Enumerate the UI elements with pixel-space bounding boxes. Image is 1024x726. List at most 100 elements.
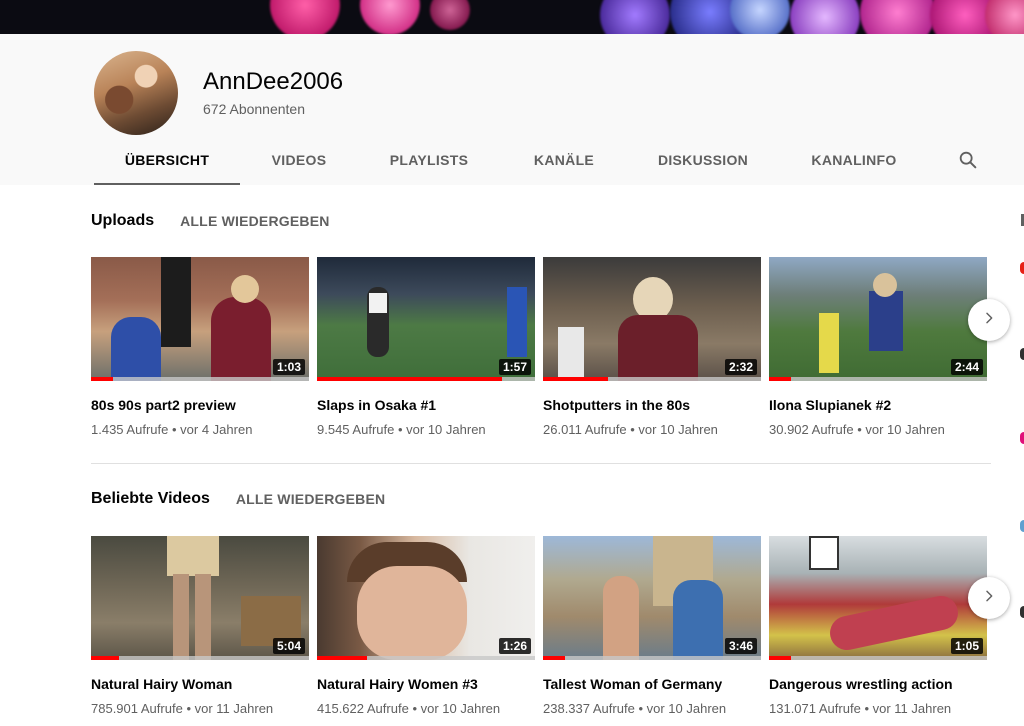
sidebar-fragment — [1020, 432, 1024, 444]
video-age: vor 10 Jahren — [406, 422, 486, 437]
meta-separator: • — [857, 422, 862, 437]
search-icon[interactable] — [957, 149, 979, 171]
video-thumbnail[interactable]: 3:46 — [543, 536, 761, 660]
video-meta: 131.071 Aufrufe • vor 11 Jahren — [769, 701, 987, 716]
section-title-popular[interactable]: Beliebte Videos — [91, 490, 210, 508]
video-duration: 5:04 — [272, 638, 305, 654]
tab-videos[interactable]: VIDEOS — [240, 141, 358, 185]
video-title[interactable]: Natural Hairy Women #3 — [317, 676, 535, 692]
video-card[interactable]: 2:44 Ilona Slupianek #2 30.902 Aufrufe •… — [769, 257, 987, 437]
watch-progress — [769, 656, 987, 660]
video-meta: 238.337 Aufrufe • vor 10 Jahren — [543, 701, 761, 716]
video-meta: 26.011 Aufrufe • vor 10 Jahren — [543, 422, 761, 437]
meta-separator: • — [864, 701, 869, 716]
video-meta: 415.622 Aufrufe • vor 10 Jahren — [317, 701, 535, 716]
sidebar-fragment — [1020, 606, 1024, 618]
sidebar-fragment — [1020, 348, 1024, 360]
video-age: vor 10 Jahren — [638, 422, 718, 437]
tab-playlists[interactable]: PLAYLISTS — [358, 141, 500, 185]
video-age: vor 11 Jahren — [194, 701, 274, 716]
video-views: 26.011 Aufrufe — [543, 422, 627, 437]
video-meta: 1.435 Aufrufe • vor 4 Jahren — [91, 422, 309, 437]
video-title[interactable]: Dangerous wrestling action — [769, 676, 987, 692]
section-divider — [91, 463, 991, 464]
video-thumbnail[interactable]: 1:03 — [91, 257, 309, 381]
video-card[interactable]: 1:05 Dangerous wrestling action 131.071 … — [769, 536, 987, 716]
sidebar-fragment — [1020, 520, 1024, 532]
video-thumbnail[interactable]: 1:26 — [317, 536, 535, 660]
play-all-uploads-button[interactable]: ALLE WIEDERGEBEN — [180, 213, 329, 229]
tab-kanalinfo[interactable]: KANALINFO — [778, 141, 930, 185]
sidebar-fragment — [1020, 262, 1024, 274]
tab-diskussion[interactable]: DISKUSSION — [628, 141, 778, 185]
watch-progress — [317, 656, 535, 660]
video-views: 30.902 Aufrufe — [769, 422, 854, 437]
shelf-next-button[interactable] — [968, 299, 1010, 341]
watch-progress — [91, 377, 309, 381]
video-duration: 3:46 — [724, 638, 757, 654]
video-views: 785.901 Aufrufe — [91, 701, 183, 716]
uploads-shelf: 1:03 80s 90s part2 preview 1.435 Aufrufe… — [91, 257, 991, 447]
video-title[interactable]: Tallest Woman of Germany — [543, 676, 761, 692]
video-title[interactable]: Natural Hairy Woman — [91, 676, 309, 692]
video-thumbnail[interactable]: 1:57 — [317, 257, 535, 381]
video-thumbnail[interactable]: 5:04 — [91, 536, 309, 660]
watch-progress — [543, 377, 761, 381]
video-views: 9.545 Aufrufe — [317, 422, 395, 437]
chevron-right-icon — [981, 310, 997, 331]
video-thumbnail[interactable]: 2:32 — [543, 257, 761, 381]
video-duration: 1:03 — [272, 359, 305, 375]
tab-kanaele[interactable]: KANÄLE — [502, 141, 626, 185]
video-duration: 1:26 — [498, 638, 531, 654]
channel-avatar[interactable] — [94, 51, 178, 135]
video-thumbnail[interactable]: 1:05 — [769, 536, 987, 660]
channel-banner — [0, 0, 1024, 34]
subscriber-count: 672 Abonnenten — [203, 101, 305, 117]
video-title[interactable]: Ilona Slupianek #2 — [769, 397, 987, 413]
video-duration: 1:57 — [498, 359, 531, 375]
channel-header: AnnDee2006 672 Abonnenten ÜBERSICHT VIDE… — [0, 34, 1024, 185]
uploads-section-header: Uploads ALLE WIEDERGEBEN — [91, 212, 330, 230]
watch-progress — [769, 377, 987, 381]
video-title[interactable]: Shotputters in the 80s — [543, 397, 761, 413]
popular-shelf: 5:04 Natural Hairy Woman 785.901 Aufrufe… — [91, 536, 991, 726]
channel-name: AnnDee2006 — [203, 68, 344, 95]
video-card[interactable]: 1:26 Natural Hairy Women #3 415.622 Aufr… — [317, 536, 535, 716]
video-title[interactable]: Slaps in Osaka #1 — [317, 397, 535, 413]
video-views: 238.337 Aufrufe — [543, 701, 635, 716]
meta-separator: • — [171, 422, 177, 437]
video-card[interactable]: 2:32 Shotputters in the 80s 26.011 Aufru… — [543, 257, 761, 437]
shelf-next-button[interactable] — [968, 577, 1010, 619]
meta-separator: • — [630, 422, 635, 437]
video-card[interactable]: 1:57 Slaps in Osaka #1 9.545 Aufrufe • v… — [317, 257, 535, 437]
video-card[interactable]: 1:03 80s 90s part2 preview 1.435 Aufrufe… — [91, 257, 309, 437]
popular-section-header: Beliebte Videos ALLE WIEDERGEBEN — [91, 490, 385, 508]
section-title-uploads[interactable]: Uploads — [91, 212, 154, 230]
video-duration: 2:44 — [950, 359, 983, 375]
video-views: 131.071 Aufrufe — [769, 701, 861, 716]
video-views: 415.622 Aufrufe — [317, 701, 409, 716]
video-age: vor 10 Jahren — [420, 701, 501, 716]
chevron-right-icon — [981, 588, 997, 609]
video-card[interactable]: 5:04 Natural Hairy Woman 785.901 Aufrufe… — [91, 536, 309, 716]
play-all-popular-button[interactable]: ALLE WIEDERGEBEN — [236, 491, 385, 507]
video-title[interactable]: 80s 90s part2 preview — [91, 397, 309, 413]
video-card[interactable]: 3:46 Tallest Woman of Germany 238.337 Au… — [543, 536, 761, 716]
meta-separator: • — [186, 701, 191, 716]
watch-progress — [543, 656, 761, 660]
video-meta: 30.902 Aufrufe • vor 10 Jahren — [769, 422, 987, 437]
video-duration: 2:32 — [724, 359, 757, 375]
video-meta: 9.545 Aufrufe • vor 10 Jahren — [317, 422, 535, 437]
meta-separator: • — [638, 701, 643, 716]
video-views: 1.435 Aufrufe — [91, 422, 169, 437]
video-age: vor 4 Jahren — [180, 422, 253, 437]
watch-progress — [317, 377, 535, 381]
video-meta: 785.901 Aufrufe • vor 11 Jahren — [91, 701, 309, 716]
channel-tabs: ÜBERSICHT VIDEOS PLAYLISTS KANÄLE DISKUS… — [94, 141, 930, 185]
video-age: vor 11 Jahren — [872, 701, 952, 716]
watch-progress — [91, 656, 309, 660]
video-duration: 1:05 — [950, 638, 983, 654]
tab-uebersicht[interactable]: ÜBERSICHT — [94, 141, 240, 185]
video-thumbnail[interactable]: 2:44 — [769, 257, 987, 381]
video-age: vor 10 Jahren — [646, 701, 727, 716]
